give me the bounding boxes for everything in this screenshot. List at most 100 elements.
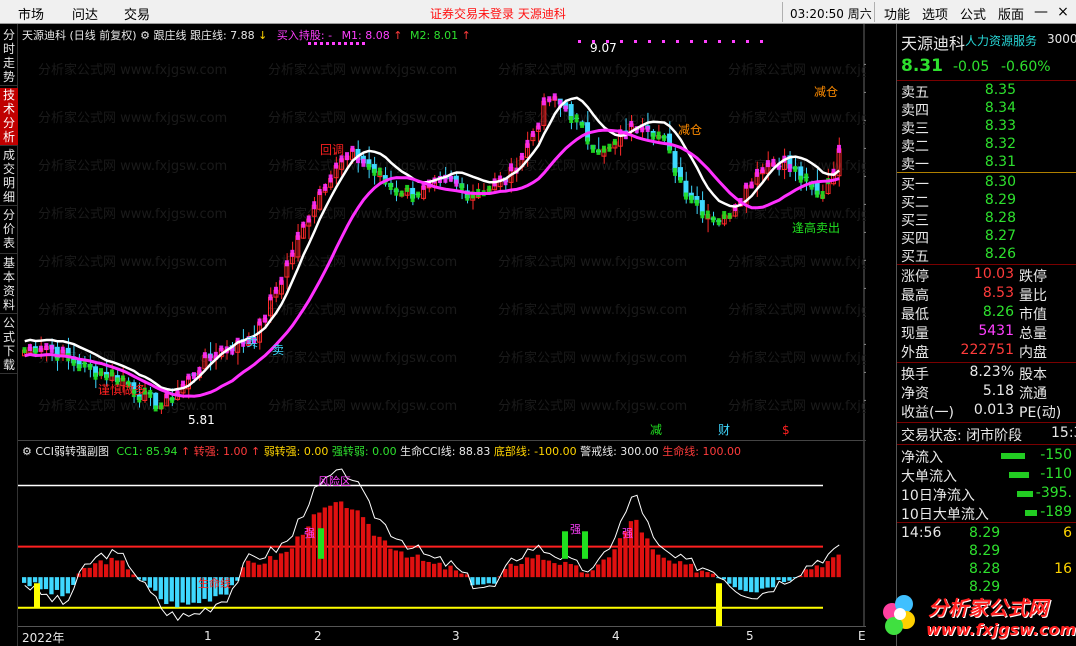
cci-bar [754,577,759,593]
menu-formula[interactable]: 公式 [960,4,986,23]
cci-bar [32,577,38,583]
cci-bar [579,572,584,578]
cci-bar [612,549,617,578]
ask-level-label: 卖三 [901,121,929,137]
trend-band-bar [345,152,349,161]
cci-bar [453,570,459,578]
cci-bar [514,565,519,578]
cci-bar [366,523,371,578]
watermark-url: www.fxjgsw.com [926,620,1076,639]
background-watermark-text: 分析家公式网 www.fxjgsw.com [268,110,457,126]
cci-bar [93,563,98,578]
background-watermark-text: 分析家公式网 www.fxjgsw.com [38,254,227,270]
menu-trade[interactable]: 交易 [124,4,150,23]
trend-band-bar [760,167,765,174]
cci-bar [437,562,442,578]
signal-dot [662,40,665,43]
trend-band-bar [60,346,65,354]
stat-value: 5.18 [982,383,1014,399]
cci-bar [273,559,278,578]
left-tab-bar: 分时走势 技术分析 成交明细 分价表 基本资料 公式下载 [0,24,18,646]
trend-band-bar [591,144,595,153]
cci-bar [639,532,644,578]
trend-band-bar [645,126,650,133]
stat-label2: 市值 [1019,307,1047,323]
quote-panel: 天源迪科 人力资源服务 3000 8.31 -0.05 -0.60% 卖五 8.3… [896,24,1076,646]
menu-wenda[interactable]: 问达 [72,4,98,23]
trend-band-bar [536,122,541,130]
cci-bar [732,577,737,588]
sector-tag[interactable]: 人力资源服务 [965,32,1037,49]
indicator-name[interactable]: 跟庄线 [153,29,186,42]
bid-level-value: 8.28 [984,210,1016,226]
menu-market[interactable]: 市场 [18,4,44,23]
main-legend: 天源迪科 (日线 前复权) ⚙ 跟庄线 跟庄线: 7.88 ↓ 买入持股: - … [22,27,471,43]
flow-label: 10日净流入 [901,488,975,504]
cci-bar [153,577,158,591]
trend-band-bar [519,152,524,160]
cci-bar [164,577,169,605]
menu-function[interactable]: 功能 [884,4,910,23]
flow-value: -189 [1040,504,1072,520]
tab-trade-detail[interactable]: 成交明细 [0,148,18,206]
bid-level-value: 8.27 [984,228,1016,244]
trend-band-bar [612,138,617,145]
background-watermark-text: 分析家公式网 www.fxjgsw.com [268,350,457,366]
cci-bar [104,564,109,578]
menu-layout[interactable]: 版面 [998,4,1024,23]
cci-bar [672,563,677,578]
quote-stock-name: 天源迪科 [901,34,966,53]
tab-intraday[interactable]: 分时走势 [0,28,18,86]
cci-bar [339,501,344,578]
trend-band-bar [744,182,749,189]
cci-subchart[interactable]: 300.0150.00.00风险区强强强生命线 ⚙ CCI弱转强副图 CC1: … [18,440,902,633]
bid-level-label: 买二 [901,195,929,211]
sub-indicator-name[interactable]: CCI弱转强副图 [35,445,109,458]
trend-band-bar [530,130,535,137]
cci-bar [60,577,65,597]
background-watermark-text: 分析家公式网 www.fxjgsw.com [268,398,457,414]
flow-label: 净流入 [901,450,943,466]
cci-bar [251,562,256,578]
main-kline-chart[interactable]: 9.008.758.508.258.007.757.507.257.006.75… [18,24,917,440]
settings-icon[interactable]: ⚙ [140,29,150,42]
trend-band-bar [284,260,289,267]
trend-band-bar [804,173,809,182]
background-watermark-text: 分析家公式网 www.fxjgsw.com [268,206,457,222]
cci-bar [590,570,595,578]
stock-app-window: { "menu":{"left":["市场","问达","交易"],"cente… [0,0,1076,646]
clock: 03:20:50 周六 [790,7,872,21]
trend-band-bar [771,158,776,167]
cci-bar [688,563,694,578]
close-button[interactable]: × [1052,2,1074,22]
tab-price-table[interactable]: 分价表 [0,208,18,254]
trend-band-bar [487,185,492,193]
watermark-title: 分析家公式网 [928,596,1048,620]
cci-bar [661,557,666,578]
trend-band-bar [328,174,333,183]
tab-formula-download[interactable]: 公式下载 [0,316,18,374]
signal-dot [676,40,679,43]
tab-technical[interactable]: 技术分析 [0,88,18,146]
cci-bar [710,573,716,578]
menu-options[interactable]: 选项 [922,4,948,23]
cci-bar [268,556,273,578]
minimize-button[interactable]: — [1030,2,1052,22]
trend-band-bar [454,179,459,187]
background-watermark-text: 分析家公式网 www.fxjgsw.com [728,62,866,78]
cci-canvas: 300.0150.00.00风险区强强强生命线 [18,441,902,633]
cci-bar [820,567,825,578]
background-watermark-text: 分析家公式网 www.fxjgsw.com [728,206,866,222]
background-watermark-text: 分析家公式网 www.fxjgsw.com [38,302,227,318]
trend-band-bar [694,199,699,206]
settings-icon[interactable]: ⚙ [22,445,32,458]
cci-bar [634,519,639,578]
tab-basic-info[interactable]: 基本资料 [0,256,18,314]
flow-bar [1017,491,1033,497]
signal-dot [746,40,749,43]
cci-bar [765,577,770,588]
trend-band-bar [651,132,656,140]
cci-bar [125,569,131,578]
cci-bar [257,564,262,578]
annotation-reduce-mark: 减 [650,423,662,437]
